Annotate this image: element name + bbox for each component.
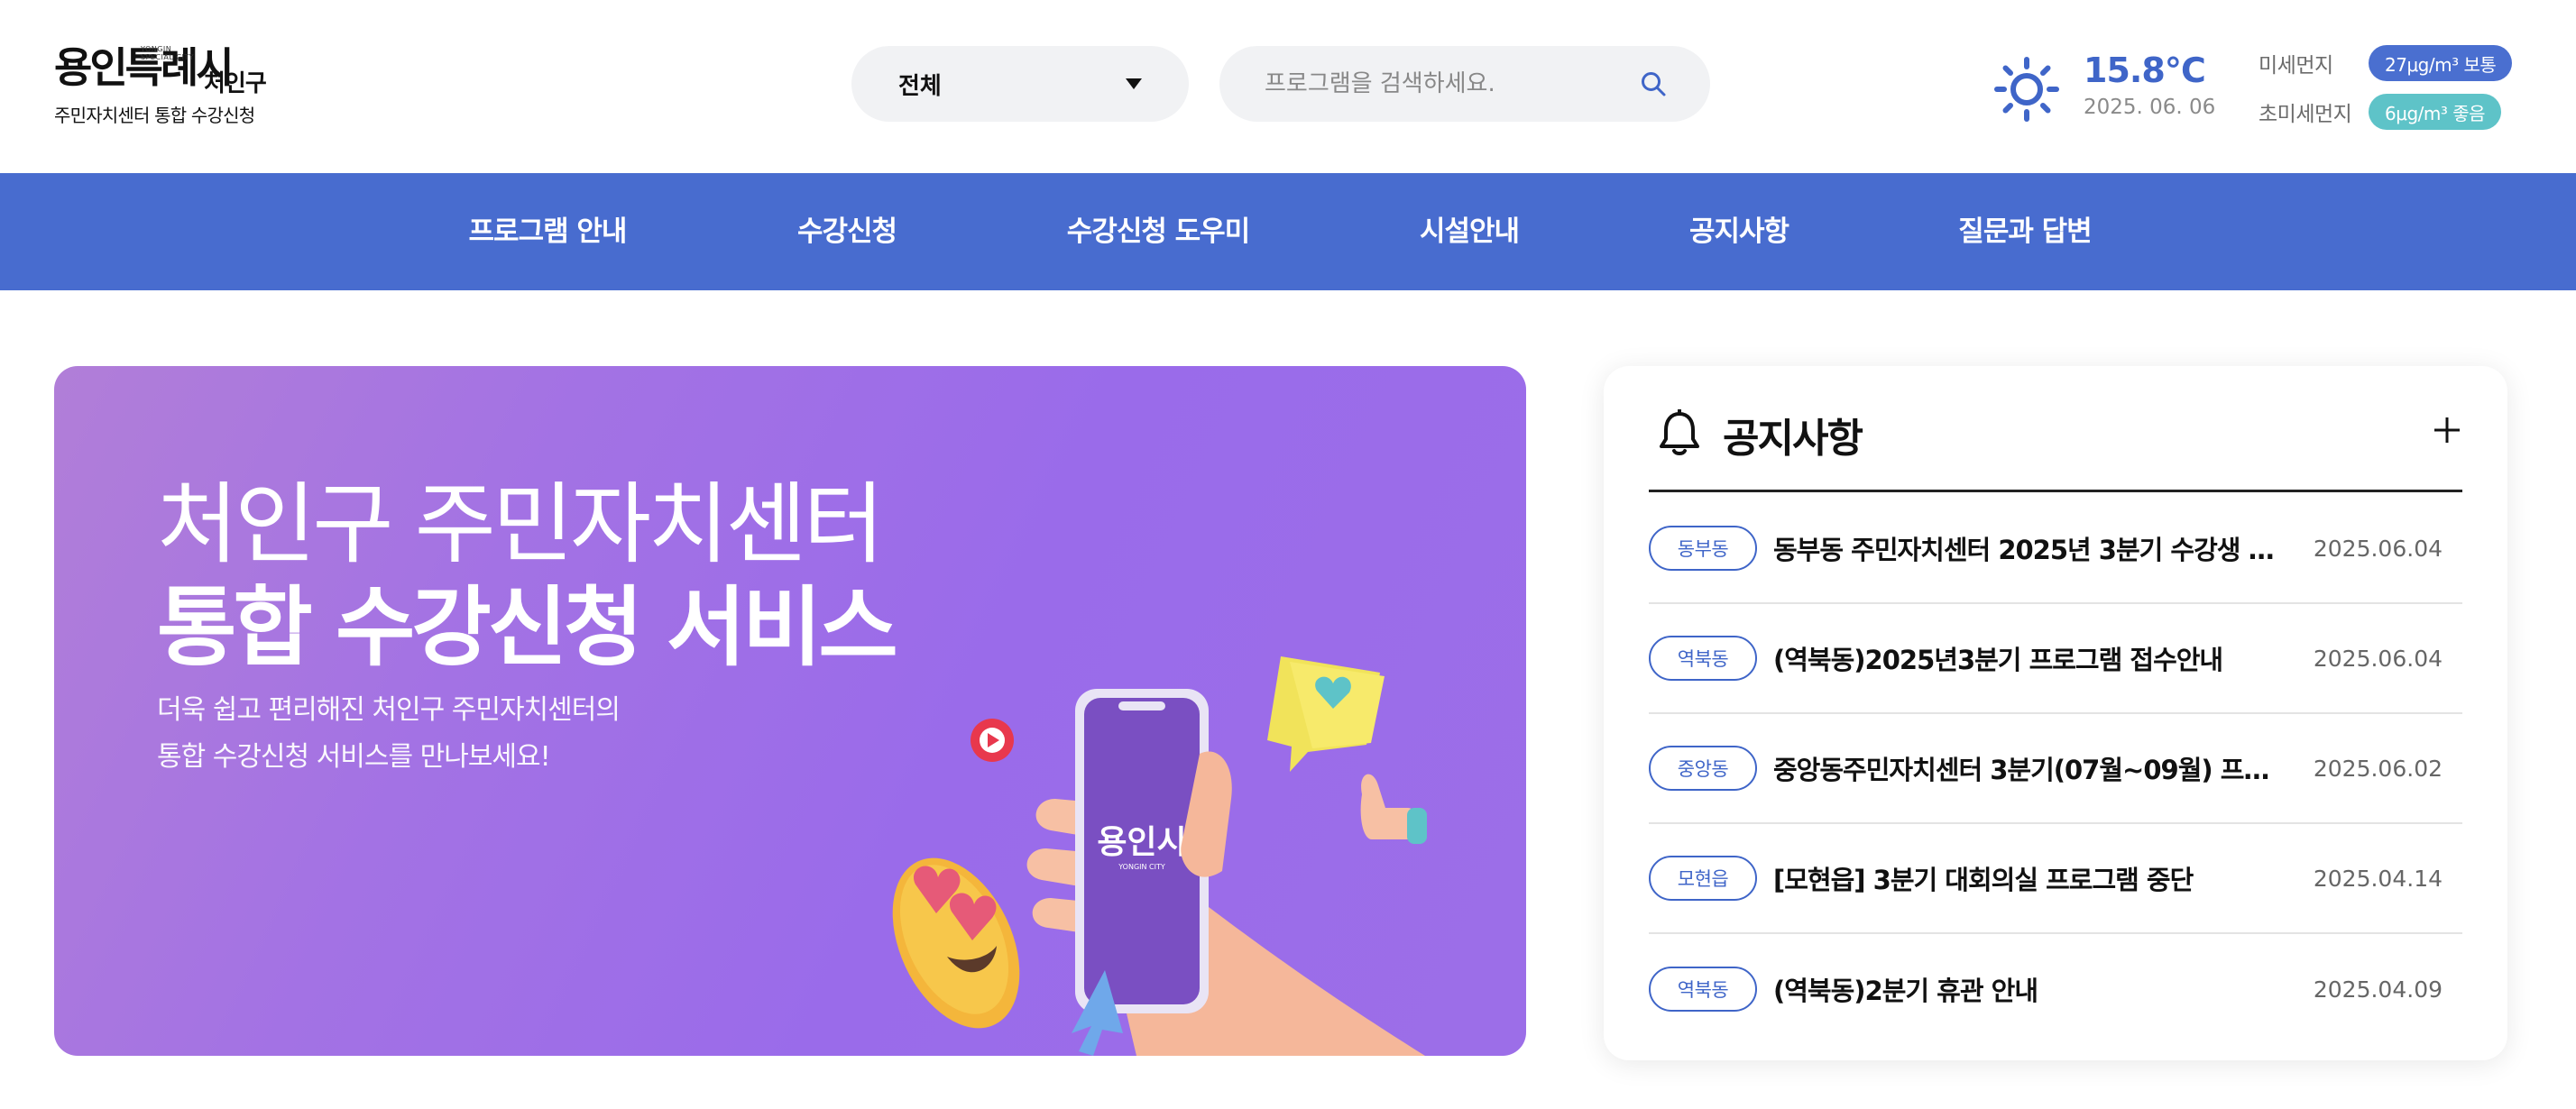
site-header: 용인특례시 YONGIN SPECIAL CITY 처인구 주민자치센터 통합 …	[0, 0, 2576, 173]
hero-banner[interactable]: 처인구 주민자치센터 통합 수강신청 서비스 더욱 쉽고 편리해진 처인구 주민…	[54, 366, 1526, 1056]
phone-illustration: 용인시 YONGIN CITY	[892, 656, 1427, 1056]
nav-item-registration[interactable]: 수강신청	[797, 173, 897, 290]
ultra-fine-dust-badge: 6μg/m³ 좋음	[2369, 94, 2502, 130]
play-icon	[971, 719, 1014, 762]
notice-tag: 동부동	[1649, 526, 1757, 571]
nav-item-facilities[interactable]: 시설안내	[1420, 173, 1520, 290]
notice-tag: 모현읍	[1649, 856, 1757, 901]
logo-english-name: YONGIN SPECIAL CITY	[141, 45, 195, 61]
banner-desc-line1: 더욱 쉽고 편리해진 처인구 주민자치센터의	[157, 694, 621, 726]
nav-item-notices[interactable]: 공지사항	[1689, 173, 1789, 290]
heart-eyes-emoji-icon	[892, 857, 1020, 1029]
notice-item-title[interactable]: (역북동)2025년3분기 프로그램 접수안내	[1773, 639, 2278, 677]
nav-item-program-info[interactable]: 프로그램 안내	[469, 173, 628, 290]
notice-item-title[interactable]: (역북동)2분기 휴관 안내	[1773, 970, 2278, 1008]
banner-desc-line2: 통합 수강신청 서비스를 만나보세요!	[157, 741, 551, 773]
notice-item[interactable]: 역북동 (역북동)2025년3분기 프로그램 접수안내 2025.06.04	[1649, 604, 2462, 714]
notice-item[interactable]: 중앙동 중앙동주민자치센터 3분기(07월~09월) 프로그램 수강생 모집 2…	[1649, 714, 2462, 824]
chat-heart-icon	[1267, 656, 1385, 772]
banner-title-line2: 통합 수강신청 서비스	[157, 577, 898, 678]
notice-item-title[interactable]: 동부동 주민자치센터 2025년 3분기 수강생 모집 안내	[1773, 529, 2278, 567]
thumbs-up-icon	[1360, 774, 1427, 844]
site-logo[interactable]: 용인특례시 YONGIN SPECIAL CITY 처인구 주민자치센터 통합 …	[54, 41, 325, 132]
nav-item-qna[interactable]: 질문과 답변	[1958, 173, 2092, 290]
caret-down-icon	[1126, 78, 1142, 89]
search-input[interactable]	[1265, 70, 1638, 97]
weather-date: 2025. 06. 06	[2084, 96, 2216, 119]
notice-item-date: 2025.06.04	[2313, 535, 2443, 562]
logo-subtitle: 주민자치센터 통합 수강신청	[54, 105, 255, 126]
more-plus-icon[interactable]	[2432, 415, 2462, 445]
category-select-value: 전체	[898, 72, 942, 100]
notice-tag: 중앙동	[1649, 746, 1757, 791]
notice-panel: 공지사항 동부동 동부동 주민자치센터 2025년 3분기 수강생 모집 안내 …	[1604, 366, 2507, 1060]
notice-item-date: 2025.06.04	[2313, 645, 2443, 672]
notice-title: 공지사항	[1723, 416, 1863, 462]
notice-header: 공지사항	[1649, 402, 2462, 492]
notice-item-date: 2025.06.02	[2313, 755, 2443, 782]
fine-dust-badge: 27μg/m³ 보통	[2369, 45, 2513, 81]
logo-district-name: 처인구	[204, 70, 267, 97]
weather-widget: 15.8℃ 2025. 06. 06 미세먼지 27μg/m³ 보통 초미세먼지…	[1993, 45, 2553, 132]
search-bar	[1219, 46, 1710, 122]
main-nav: 프로그램 안내 수강신청 수강신청 도우미 시설안내 공지사항 질문과 답변	[0, 173, 2576, 290]
notice-item[interactable]: 모현읍 [모현읍] 3분기 대회의실 프로그램 중단 2025.04.14	[1649, 824, 2462, 934]
fine-dust-row: 미세먼지 27μg/m³ 보통	[2259, 45, 2513, 81]
bell-icon	[1660, 408, 1699, 456]
notice-item[interactable]: 동부동 동부동 주민자치센터 2025년 3분기 수강생 모집 안내 2025.…	[1649, 494, 2462, 604]
ultra-fine-dust-label: 초미세먼지	[2259, 103, 2352, 126]
notice-tag: 역북동	[1649, 636, 1757, 681]
search-icon[interactable]	[1638, 69, 1669, 99]
banner-description: 더욱 쉽고 편리해진 처인구 주민자치센터의 통합 수강신청 서비스를 만나보세…	[157, 687, 621, 781]
notice-tag: 역북동	[1649, 967, 1757, 1012]
sun-icon	[1993, 56, 2060, 123]
phone-logo-text: 용인시	[1097, 824, 1186, 861]
ultra-fine-dust-row: 초미세먼지 6μg/m³ 좋음	[2259, 94, 2502, 130]
phone-logo-english: YONGIN CITY	[1118, 863, 1165, 871]
notice-item[interactable]: 역북동 (역북동)2분기 휴관 안내 2025.04.09	[1649, 934, 2462, 1044]
notice-item-date: 2025.04.14	[2313, 865, 2443, 892]
notice-item-date: 2025.04.09	[2313, 976, 2443, 1003]
temperature-value: 15.8℃	[2084, 50, 2206, 90]
category-select[interactable]: 전체	[851, 46, 1189, 122]
notice-item-title[interactable]: [모현읍] 3분기 대회의실 프로그램 중단	[1773, 859, 2278, 897]
nav-item-registration-helper[interactable]: 수강신청 도우미	[1067, 173, 1250, 290]
notice-item-title[interactable]: 중앙동주민자치센터 3분기(07월~09월) 프로그램 수강생 모집	[1773, 749, 2278, 787]
fine-dust-label: 미세먼지	[2259, 54, 2333, 78]
